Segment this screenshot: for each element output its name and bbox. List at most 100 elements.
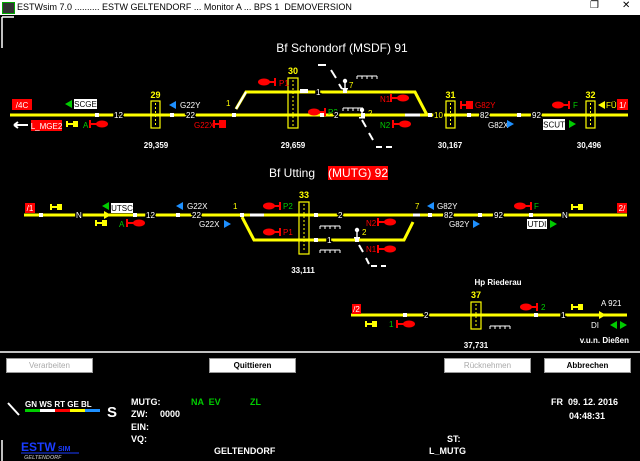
ein-label: EIN: [131,422,149,432]
shunt-signal-icon[interactable] [365,321,377,327]
block-label: 33 [299,190,309,200]
track-diagram: Bf Schondorf (MSDF) 91 /4C SCGE L_MGE2 A… [0,16,640,461]
verarbeiten-button[interactable]: Verarbeiten [6,358,93,373]
station-code: (MUTG) 92 [328,166,388,180]
legend-color-swatch [40,409,55,412]
track-label: 12 [146,211,155,220]
platform-icon [356,75,378,80]
signal-g82y-label: G82Y [449,220,470,229]
signal-a-label: A [119,220,125,229]
km-label: 37,731 [464,341,489,350]
time: 04:48:31 [569,411,606,421]
km-label: 33,111 [291,266,315,275]
legend-color-swatch [85,409,100,412]
signal-1[interactable] [396,320,415,328]
signal-2-label: 2 [541,303,546,312]
utdi-label: UTDI [528,220,547,229]
shunt-signal-icon[interactable] [354,227,360,239]
direction-arrow-icon [598,101,605,109]
na-ev-indicator: NA EV [191,397,221,407]
signal-n2[interactable] [392,120,411,128]
frame-corner [1,16,14,48]
vq-label: VQ: [131,434,148,444]
st-label: ST: [447,434,461,444]
arrow-left-icon[interactable] [610,321,617,329]
signal-a[interactable] [126,219,145,227]
shunt-signal-icon[interactable] [571,204,583,210]
direction-arrow-icon [473,220,480,228]
signal-n1[interactable] [390,94,409,102]
signal-p1[interactable] [258,78,276,86]
exit-label: /4C [16,101,29,110]
switch-1[interactable] [235,91,247,110]
km-label: 30,167 [438,141,463,150]
shunt-signal-icon[interactable] [571,304,583,310]
logo-suffix: SIM [58,446,71,453]
station-riederau: Hp Riederau /2 1 2 37 2 1 A 921 DI v.u.n… [351,278,629,350]
abbrechen-button[interactable]: Abbrechen [544,358,631,373]
legend-color-swatch [70,409,85,412]
direction-arrow-icon [65,100,72,108]
track-label: 1 [316,88,321,97]
quittieren-button[interactable]: Quittieren [209,358,296,373]
block-label: 30 [288,66,298,76]
track-label: 92 [532,111,541,120]
signal-f[interactable] [514,202,532,210]
utsc-label: UTSC [111,204,133,213]
ruecknehmen-button[interactable]: Rücknehmen [444,358,531,373]
track-label: 82 [444,211,453,220]
exit-label: 2/ [619,204,626,213]
block-label: 29 [150,90,160,100]
signal-g22x[interactable] [213,120,226,128]
signal-g82x-label: G82X [488,121,509,130]
shunt-signal-icon[interactable] [342,78,348,90]
mutg-label: MUTG: [131,397,161,407]
km-label: 29,359 [144,141,169,150]
direction-arrow-icon [224,220,231,228]
shunt-signal-icon[interactable] [95,220,107,226]
signal-p2[interactable] [263,202,281,210]
direction-arrow-icon [550,220,557,228]
direction-arrow-icon [507,120,514,128]
signal-f-label: F [573,101,578,110]
signal-2[interactable] [520,303,538,311]
l-mge2-label: L_MGE2 [31,122,63,131]
track-label: 2 [424,311,429,320]
station-title: Hp Riederau [474,278,521,287]
fu-label: FÜ [606,101,617,110]
switch-label: 1 [226,99,231,108]
shunt-signal-icon[interactable] [50,204,62,210]
signal-g82y[interactable] [460,101,473,109]
track-label: N [562,211,568,220]
direction-arrow-icon [569,120,576,128]
legend-color-swatch [25,409,40,412]
signal-a-label: A [83,121,89,130]
track-label: 1 [327,236,332,245]
signal-g82y-label: G82Y [437,202,458,211]
signal-f-label: F [534,202,539,211]
block-label: 31 [445,90,455,100]
flank-track [318,64,343,90]
shunt-signal-icon[interactable] [66,121,78,127]
signal-f[interactable] [552,101,570,109]
legend-labels: GN WS RT GE BL [25,400,92,409]
slash-icon [7,402,20,416]
zw-value: 0000 [160,409,181,419]
logo-name: ESTW [21,440,56,454]
signal-p1[interactable] [263,228,281,236]
signal-1-label: 1 [389,320,394,329]
signal-p1-label: P1 [283,228,293,237]
station-schondorf: Bf Schondorf (MSDF) 91 /4C SCGE L_MGE2 A… [10,41,628,150]
platform-icon [319,225,341,230]
signal-n2-label: N2 [380,121,391,130]
arrow-right-icon[interactable] [620,321,627,329]
signal-g22x-label: G22X [194,121,215,130]
signal-n1[interactable] [377,245,396,253]
direction-arrow-icon [169,101,176,109]
arrow-left-icon [13,121,28,129]
track-label: N [76,211,82,220]
switch-label: 7 [415,202,420,211]
signal-a[interactable] [89,120,108,128]
signal-n2[interactable] [377,218,396,226]
direction-arrow-icon [104,211,111,219]
